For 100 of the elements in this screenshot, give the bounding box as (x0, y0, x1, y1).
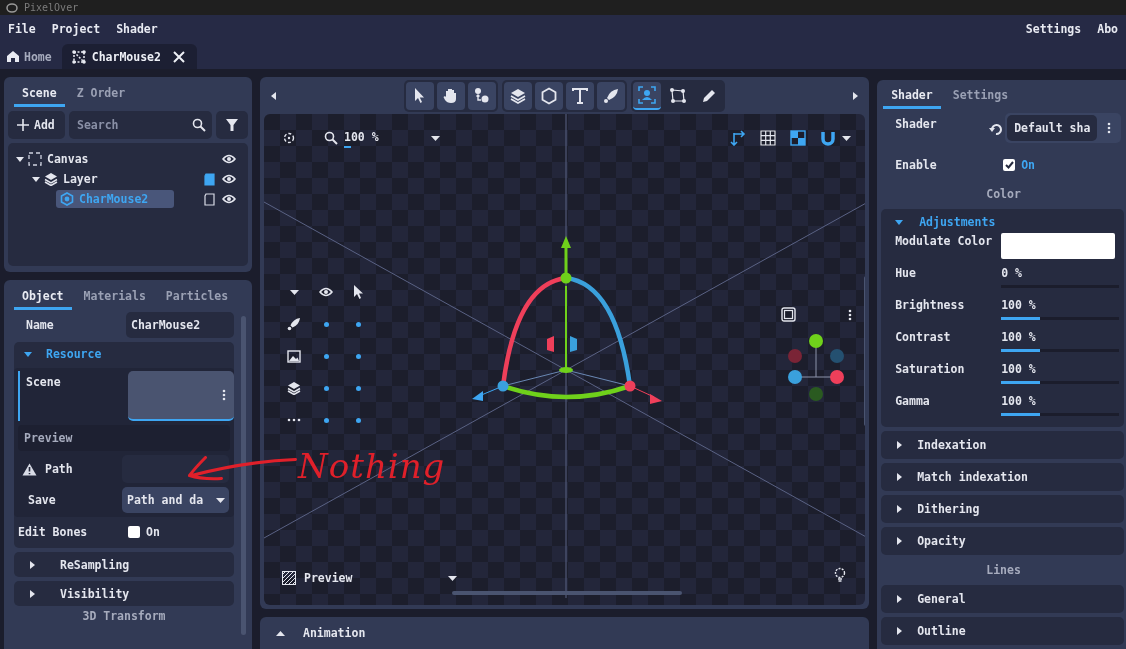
grid-icon[interactable] (760, 130, 777, 146)
kebab-menu-icon[interactable] (1107, 122, 1112, 134)
section-header[interactable]: Adjustments (881, 209, 1010, 231)
checkbox[interactable]: On (1003, 158, 1035, 172)
eye-icon[interactable] (222, 174, 236, 184)
rocket-tool-button[interactable] (597, 81, 626, 110)
search-icon[interactable] (324, 131, 338, 145)
checkbox-box[interactable] (128, 526, 140, 538)
menu-item[interactable]: Settings (1017, 18, 1090, 40)
slider[interactable]: 100 % (1001, 394, 1120, 416)
light-bulb-icon[interactable] (833, 567, 848, 582)
panel-tab[interactable]: Z Order (68, 81, 134, 107)
dot-icon[interactable] (323, 353, 329, 359)
axis-arrows-icon[interactable] (730, 130, 747, 146)
dot-icon[interactable] (355, 321, 361, 327)
color-swatch[interactable] (1001, 233, 1116, 259)
hexagon-tool-button[interactable] (535, 81, 564, 110)
resource-field[interactable] (127, 371, 234, 421)
crosshair-icon[interactable] (282, 131, 296, 145)
hatched-square-icon[interactable] (282, 571, 296, 585)
path-field[interactable] (122, 455, 229, 483)
slider[interactable]: 100 % (1001, 362, 1120, 384)
section-header[interactable]: General (881, 585, 1124, 613)
search-input[interactable]: Search (75, 117, 192, 133)
document-tab[interactable]: Home (4, 44, 60, 69)
menu-item[interactable]: File (0, 18, 44, 40)
dot-icon[interactable] (323, 417, 329, 423)
section-header[interactable]: Visibility (14, 581, 234, 606)
pointer-icon[interactable] (352, 284, 364, 300)
vertical-scrollbar[interactable] (864, 276, 866, 426)
panel-tab[interactable]: Particles (157, 284, 237, 310)
dot-icon[interactable] (355, 353, 361, 359)
checkbox-box[interactable] (1003, 159, 1016, 171)
transform-gizmo-drawing[interactable] (472, 236, 662, 404)
caret-icon[interactable] (448, 575, 458, 581)
save-dropdown[interactable]: Path and da (122, 487, 229, 513)
eye-icon[interactable] (222, 194, 236, 204)
document-tab[interactable]: CharMouse2 (61, 44, 197, 69)
section-header[interactable]: Indexation (881, 431, 1124, 459)
panel-tab[interactable]: Shader (883, 83, 941, 109)
slider[interactable]: 100 % (1001, 330, 1120, 352)
book-icon[interactable] (203, 172, 215, 186)
axis-gizmo-drawing[interactable] (788, 334, 844, 401)
tree-item[interactable]: Canvas (24, 150, 174, 168)
section-header[interactable]: Resource (14, 342, 234, 364)
scrollbar[interactable] (241, 316, 246, 635)
tree-item[interactable]: Layer (40, 170, 174, 188)
panel-tab[interactable]: Settings (944, 83, 1017, 109)
section-header[interactable]: Dithering (881, 495, 1124, 523)
search-field[interactable]: Search (69, 111, 212, 139)
horizontal-scrollbar[interactable] (452, 591, 682, 595)
dot-icon[interactable] (323, 385, 329, 391)
caret-icon[interactable] (289, 289, 299, 295)
reset-icon[interactable] (989, 123, 1004, 136)
hand-tool-button[interactable] (437, 81, 466, 110)
checkbox[interactable]: On (128, 525, 160, 539)
dot-icon[interactable] (355, 385, 361, 391)
panel-tab[interactable]: Materials (75, 284, 154, 310)
shader-select[interactable]: Default sha (1007, 115, 1098, 141)
eye-icon[interactable] (319, 287, 333, 297)
pointer-tool-button[interactable] (406, 81, 435, 110)
zoom-field[interactable]: 100 % (344, 130, 379, 146)
portrait-frame-tool-button[interactable] (633, 81, 662, 110)
layers-icon[interactable] (287, 381, 301, 395)
rocket-icon[interactable] (286, 316, 302, 332)
section-header[interactable]: ReSampling (14, 552, 234, 577)
arrow-right-icon[interactable] (851, 91, 860, 100)
dot-icon[interactable] (355, 417, 361, 423)
panel-tab[interactable]: Object (14, 284, 72, 310)
add-button[interactable]: Add (8, 111, 65, 139)
text-tool-button[interactable] (566, 81, 595, 110)
section-header[interactable]: Outline (881, 617, 1124, 645)
more-icon[interactable] (287, 418, 301, 422)
animation-panel-header[interactable]: Animation (260, 617, 870, 649)
checker-icon[interactable] (790, 130, 807, 146)
section-header[interactable]: Opacity (881, 527, 1124, 555)
preview-dropdown[interactable]: Preview (304, 571, 353, 585)
book-outline-icon[interactable] (203, 192, 215, 206)
caret-icon[interactable] (430, 135, 440, 141)
menu-item[interactable]: Project (43, 18, 109, 40)
eye-icon[interactable] (222, 154, 236, 164)
layers-tool-button[interactable] (504, 81, 533, 110)
name-field[interactable]: CharMouse2 (125, 312, 234, 338)
dot-icon[interactable] (323, 321, 329, 327)
kebab-menu-icon[interactable] (848, 308, 852, 321)
arrow-left-icon[interactable] (270, 91, 278, 100)
caret-icon[interactable] (842, 135, 852, 141)
image-icon[interactable] (287, 349, 301, 363)
panel-tab[interactable]: Scene (14, 81, 65, 107)
menu-item[interactable]: Abo (1089, 18, 1126, 40)
close-icon[interactable] (172, 50, 185, 63)
slider[interactable]: 100 % (1001, 298, 1120, 320)
filter-button[interactable] (216, 111, 248, 139)
magnet-icon[interactable] (820, 130, 837, 146)
menu-item[interactable]: Shader (108, 18, 166, 40)
section-header[interactable]: Match indexation (881, 463, 1124, 491)
frame-icon[interactable] (781, 307, 796, 322)
nodes-tool-button[interactable] (468, 81, 497, 110)
slider[interactable]: 0 % (1001, 266, 1120, 288)
kebab-menu-icon[interactable] (222, 389, 226, 401)
